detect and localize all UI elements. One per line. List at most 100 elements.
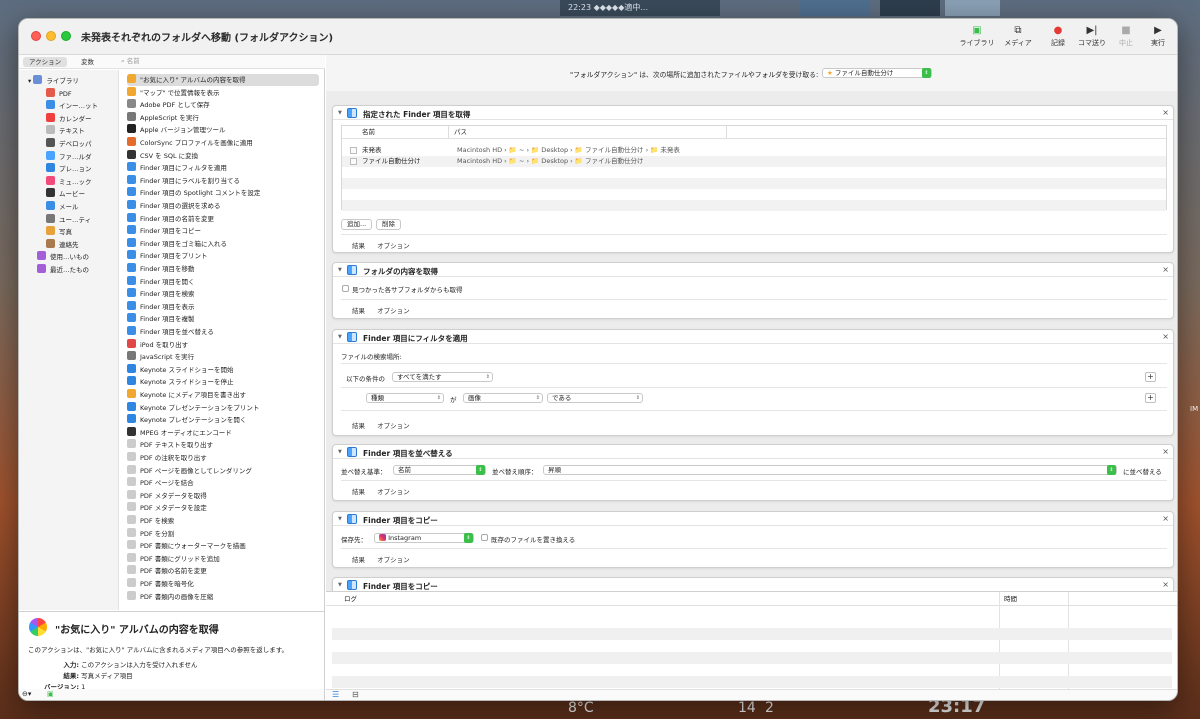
disclosure-triangle-icon[interactable]: ▼ — [338, 449, 342, 455]
sort-order-popup[interactable]: 昇順 ⇕ — [543, 465, 1117, 475]
sidebar-item[interactable]: プレ…ョン — [46, 163, 92, 175]
list-view-icon[interactable]: ☰ — [332, 690, 339, 699]
sidebar-item[interactable]: インー…ット — [46, 100, 98, 112]
action-list-item[interactable]: PDF ページを画像としてレンダリング — [127, 464, 319, 477]
sort-by-popup[interactable]: 名前 ⇕ — [393, 465, 486, 475]
action-list-item[interactable]: PDF 書類を暗号化 — [127, 578, 319, 590]
folder-popup[interactable]: ★ ファイル自動仕分け ⇕ — [822, 68, 932, 78]
action-list-item[interactable]: Finder 項目をゴミ箱に入れる — [127, 237, 319, 250]
split-view-icon[interactable]: ⊟ — [352, 690, 359, 699]
action-list-item[interactable]: MPEG オーディオにエンコード — [127, 426, 319, 439]
disclosure-triangle-icon[interactable]: ▼ — [338, 334, 342, 340]
field-popup-image[interactable]: 画像 ⇕ — [463, 393, 543, 403]
add-subcondition-button[interactable]: + — [1145, 393, 1156, 403]
table-row[interactable]: 未発表 Macintosh HD › 📁 ~ › 📁 Desktop › 📁 フ… — [342, 145, 1166, 156]
sidebar-item[interactable]: ▾ ライブラリ — [28, 75, 79, 87]
action-list-item[interactable]: Finder 項目を複製 — [127, 313, 319, 325]
sidebar-item[interactable]: デベロッパ — [46, 138, 92, 150]
action-list-item[interactable]: Finder 項目を並べ替える — [127, 326, 319, 338]
action-list-item[interactable]: Keynote スライドショーを停止 — [127, 376, 319, 388]
action-list-item[interactable]: Keynote にメディア項目を書き出す — [127, 389, 319, 401]
sidebar-item[interactable]: ユー…ティ — [46, 213, 91, 226]
close-button[interactable] — [31, 31, 41, 41]
action-list-item[interactable]: "マップ" で位置情報を表示 — [127, 86, 319, 99]
action-list-item[interactable]: PDF 書類にグリッドを追加 — [127, 552, 319, 565]
action-list-item[interactable]: Finder 項目をコピー — [127, 225, 319, 237]
disclosure-triangle-icon[interactable]: ▼ — [338, 267, 342, 273]
condition-popup[interactable]: すべてを満たす ⇕ — [392, 372, 493, 382]
options-toggle[interactable]: オプション — [377, 556, 410, 564]
action-list-item[interactable]: ColorSync プロファイルを画像に適用 — [127, 137, 319, 149]
action-list-item[interactable]: PDF の注釈を取り出す — [127, 452, 319, 464]
action-list-item[interactable]: PDF 書類にウォーターマークを描画 — [127, 540, 319, 552]
action-list-item[interactable]: Finder 項目を移動 — [127, 263, 319, 275]
action-list-item[interactable]: CSV を SQL に変換 — [127, 149, 319, 162]
action-list-item[interactable]: Finder 項目の名前を変更 — [127, 212, 319, 225]
action-list-item[interactable]: PDF テキストを取り出す — [127, 439, 319, 451]
action-list-item[interactable]: PDF ページを結合 — [127, 477, 319, 489]
action-list-item[interactable]: Finder 項目の Spotlight コメントを設定 — [127, 187, 319, 199]
action-list-item[interactable]: Finder 項目の選択を求める — [127, 200, 319, 212]
action-list-item[interactable]: Apple バージョン管理ツール — [127, 124, 319, 136]
action-list-item[interactable]: JavaScript を実行 — [127, 351, 319, 363]
sidebar-item[interactable]: メール — [46, 201, 79, 213]
sidebar-item[interactable]: 最近…たもの — [37, 264, 89, 276]
action-list-item[interactable]: Adobe PDF として保存 — [127, 99, 319, 111]
action-list-item[interactable]: PDF メタデータを設定 — [127, 502, 319, 514]
replace-existing-checkbox[interactable] — [481, 534, 488, 541]
sidebar-item[interactable]: ミュ…ック — [46, 175, 92, 188]
subfolders-checkbox[interactable] — [342, 285, 349, 292]
sidebar-item[interactable]: ファ…ルダ — [46, 150, 92, 163]
sidebar-item[interactable]: カレンダー — [46, 112, 92, 125]
action-list-item[interactable]: iPod を取り出す — [127, 338, 319, 351]
close-icon[interactable]: × — [1162, 108, 1169, 117]
close-icon[interactable]: × — [1162, 332, 1169, 341]
disclosure-triangle-icon[interactable]: ▼ — [338, 516, 342, 522]
action-list-item[interactable]: Finder 項目にフィルタを適用 — [127, 162, 319, 174]
sidebar-item[interactable]: 連絡先 — [46, 238, 79, 251]
options-toggle[interactable]: オプション — [377, 422, 410, 430]
library-button[interactable]: ▣ ライブラリ — [957, 24, 997, 48]
search-input[interactable]: ⌕ 名前 — [117, 56, 321, 67]
close-icon[interactable]: × — [1162, 265, 1169, 274]
action-list-item[interactable]: Finder 項目を検索 — [127, 288, 319, 300]
options-toggle[interactable]: オプション — [377, 307, 410, 315]
disclosure-triangle-icon[interactable]: ▼ — [338, 110, 342, 116]
options-toggle[interactable]: オプション — [377, 242, 410, 250]
sidebar-item[interactable]: ムービー — [46, 188, 85, 200]
action-list-item[interactable]: PDF 書類の名前を変更 — [127, 565, 319, 577]
action-list-item[interactable]: Keynote プレゼンテーションをプリント — [127, 401, 319, 414]
column-name-header[interactable]: 名前 — [362, 126, 375, 139]
action-list-item[interactable]: Keynote スライドショーを開始 — [127, 363, 319, 376]
action-list-item[interactable]: Finder 項目をプリント — [127, 250, 319, 262]
variable-icon[interactable]: ▣ — [47, 690, 54, 698]
action-list-item[interactable]: PDF メタデータを取得 — [127, 489, 319, 502]
table-row[interactable]: ファイル自動仕分け Macintosh HD › 📁 ~ › 📁 Desktop… — [342, 156, 1166, 167]
sidebar-item[interactable]: PDF — [46, 87, 72, 100]
action-list-item[interactable]: AppleScript を実行 — [127, 111, 319, 124]
results-toggle[interactable]: 結果 — [352, 488, 365, 496]
action-list-item[interactable]: PDF 書類内の画像を圧縮 — [127, 590, 319, 603]
options-toggle[interactable]: オプション — [377, 488, 410, 496]
results-toggle[interactable]: 結果 — [352, 422, 365, 430]
action-list-item[interactable]: "お気に入り" アルバムの内容を取得 — [127, 74, 319, 86]
results-toggle[interactable]: 結果 — [352, 556, 365, 564]
close-icon[interactable]: × — [1162, 447, 1169, 456]
action-list-item[interactable]: Finder 項目を開く — [127, 275, 319, 288]
tab-variables[interactable]: 変数 — [75, 57, 100, 67]
sidebar-item[interactable]: 写真 — [46, 226, 72, 238]
add-button[interactable]: 追加... — [341, 219, 373, 230]
field-popup-is[interactable]: である ⇕ — [547, 393, 643, 403]
sidebar-item[interactable]: テキスト — [46, 125, 85, 137]
column-path-header[interactable]: パス — [454, 126, 467, 139]
action-list-item[interactable]: PDF を分割 — [127, 527, 319, 540]
options-menu-icon[interactable]: ⊖▾ — [22, 690, 31, 698]
time-column-header[interactable]: 時間 — [1004, 592, 1017, 606]
results-toggle[interactable]: 結果 — [352, 242, 365, 250]
run-button[interactable]: ▶ 実行 — [1138, 24, 1177, 48]
tab-actions[interactable]: アクション — [23, 57, 68, 67]
media-button[interactable]: ⧉ メディア — [998, 24, 1038, 48]
action-list-item[interactable]: Finder 項目を表示 — [127, 300, 319, 313]
disclosure-triangle-icon[interactable]: ▼ — [338, 582, 342, 588]
close-icon[interactable]: × — [1162, 580, 1169, 589]
